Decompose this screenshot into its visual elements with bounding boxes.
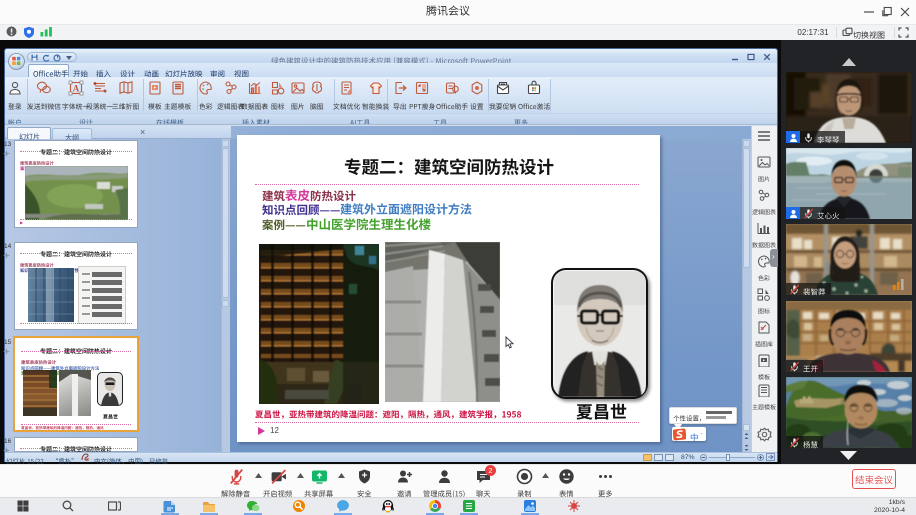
svg-text:A: A xyxy=(73,84,80,94)
